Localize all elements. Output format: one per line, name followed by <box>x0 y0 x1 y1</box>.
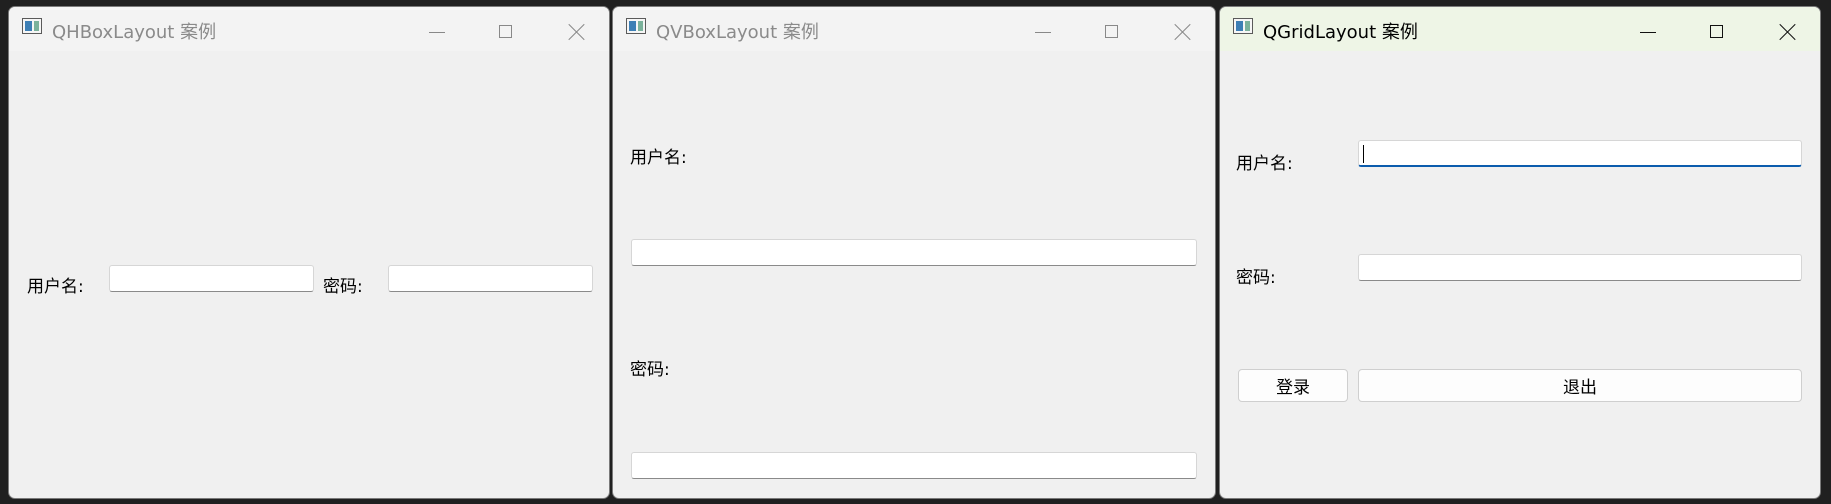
exit-button[interactable]: 退出 <box>1358 369 1802 402</box>
maximize-button[interactable] <box>1692 15 1742 45</box>
app-icon <box>22 18 42 34</box>
window-title: QVBoxLayout 案例 <box>656 22 819 43</box>
password-input[interactable] <box>631 452 1197 479</box>
password-input[interactable] <box>388 265 593 292</box>
password-input[interactable] <box>1358 254 1802 281</box>
login-button[interactable]: 登录 <box>1238 369 1348 402</box>
close-icon <box>1779 23 1796 40</box>
password-label: 密码: <box>323 277 363 297</box>
close-button[interactable] <box>551 15 601 45</box>
text-caret <box>1363 145 1364 163</box>
grid-window: QGridLayout 案例 用户名: 密码: 登录 退出 <box>1219 6 1821 499</box>
vbox-titlebar[interactable]: QVBoxLayout 案例 <box>613 7 1215 51</box>
maximize-button[interactable] <box>1087 15 1137 45</box>
maximize-icon <box>499 25 512 38</box>
window-title: QHBoxLayout 案例 <box>52 22 217 43</box>
close-button[interactable] <box>1157 15 1207 45</box>
minimize-button[interactable] <box>412 15 462 45</box>
minimize-button[interactable] <box>1018 15 1068 45</box>
minimize-icon <box>1640 32 1656 33</box>
minimize-icon <box>429 32 445 33</box>
username-input[interactable] <box>1358 140 1802 167</box>
maximize-button[interactable] <box>481 15 531 45</box>
close-icon <box>568 23 585 40</box>
minimize-icon <box>1035 32 1051 33</box>
username-input[interactable] <box>631 239 1197 266</box>
username-label: 用户名: <box>630 148 687 168</box>
minimize-button[interactable] <box>1623 15 1673 45</box>
username-label: 用户名: <box>1236 154 1293 174</box>
maximize-icon <box>1105 25 1118 38</box>
maximize-icon <box>1710 25 1723 38</box>
password-label: 密码: <box>630 360 670 380</box>
password-label: 密码: <box>1236 268 1276 288</box>
grid-titlebar[interactable]: QGridLayout 案例 <box>1220 7 1820 51</box>
hbox-titlebar[interactable]: QHBoxLayout 案例 <box>9 7 609 51</box>
app-icon <box>1233 18 1253 34</box>
close-button[interactable] <box>1762 15 1812 45</box>
close-icon <box>1174 23 1191 40</box>
username-label: 用户名: <box>27 277 84 297</box>
username-input[interactable] <box>109 265 314 292</box>
vbox-window: QVBoxLayout 案例 用户名: 密码: <box>612 6 1216 499</box>
app-icon <box>626 18 646 34</box>
window-title: QGridLayout 案例 <box>1263 22 1418 43</box>
hbox-window: QHBoxLayout 案例 用户名: 密码: <box>8 6 610 499</box>
